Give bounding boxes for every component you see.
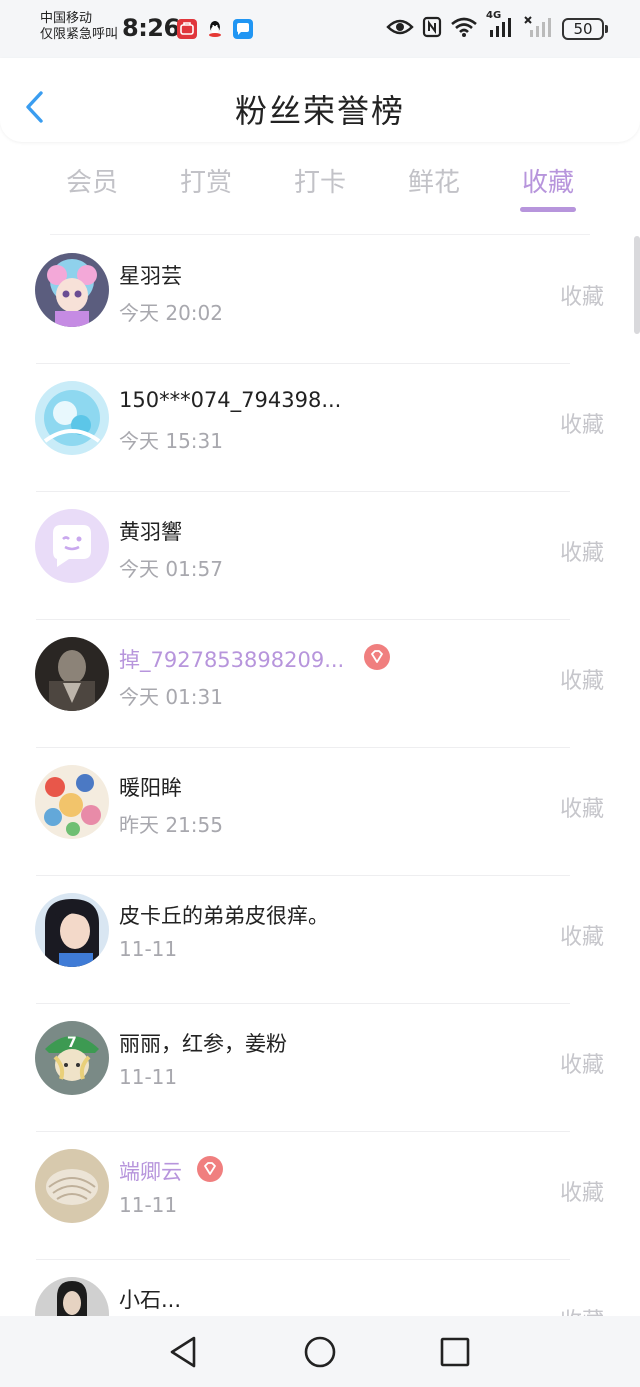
vip-diamond-icon [197,1156,223,1182]
page-title: 粉丝荣誉榜 [234,92,405,130]
carrier-name: 中国移动 [40,11,93,26]
avatar[interactable] [35,253,109,327]
tab-flowers[interactable]: 鲜花 [377,162,491,199]
no-signal-icon [524,16,554,42]
status-bar: 中国移动 仅限紧急呼叫 8:26 4G 50 [0,0,640,58]
tab-checkin[interactable]: 打卡 [263,162,377,199]
avatar[interactable] [35,765,109,839]
carrier-info: 中国移动 仅限紧急呼叫 [40,11,118,43]
list-item[interactable]: 皮卡丘的弟弟皮很痒。 11-11 收藏 [0,876,640,1004]
favorite-action: 收藏 [559,1181,604,1206]
list-item[interactable]: 150***074_794398... 今天 15:31 收藏 [0,364,640,492]
fan-time: 今天 15:31 [119,429,223,453]
fan-name: 星羽芸 [119,264,182,288]
fan-time: 11-11 [119,937,178,961]
fan-time: 昨天 21:55 [119,813,223,837]
favorite-action: 收藏 [559,413,604,438]
list-item[interactable]: 端卿云 11-11 收藏 [0,1132,640,1260]
fan-name: 皮卡丘的弟弟皮很痒。 [119,904,329,928]
nfc-icon [422,16,442,42]
divider [50,234,590,235]
favorite-action: 收藏 [559,797,604,822]
fan-name: 端卿云 [119,1160,182,1184]
fan-time: 11-11 [119,1065,178,1089]
eye-icon [386,17,414,41]
fan-name: 黄羽響 [119,520,182,544]
header: 粉丝荣誉榜 [0,58,640,142]
qq-icon [205,19,225,39]
battery-icon: 50 [562,18,608,40]
tab-tip[interactable]: 打赏 [149,162,263,199]
recents-square-icon [440,1337,470,1367]
carrier-status: 仅限紧急呼叫 [40,27,119,42]
favorite-action: 收藏 [559,541,604,566]
tab-bar: 会员 打赏 打卡 鲜花 收藏 [0,142,640,220]
fan-name: 丽丽，红参，姜粉 [119,1032,287,1056]
avatar[interactable] [35,1149,109,1223]
clock: 8:26 [122,14,180,42]
home-circle-icon [304,1336,336,1368]
wifi-icon [450,16,478,42]
list-item[interactable]: 小石... 收藏 [0,1260,640,1316]
vip-diamond-icon [364,644,390,670]
message-app-icon [233,19,253,39]
favorite-action: 收藏 [559,285,604,310]
avatar[interactable] [35,1277,109,1316]
fan-time: 今天 20:02 [119,301,223,325]
avatar[interactable]: 7 [35,1021,109,1095]
favorite-action: 收藏 [560,1303,604,1316]
list-item[interactable]: 暖阳眸 昨天 21:55 收藏 [0,748,640,876]
huawei-app-icon [177,19,197,39]
signal-icon: 4G [486,10,516,42]
nav-recents-button[interactable] [437,1334,473,1370]
avatar[interactable] [35,381,109,455]
fan-name: 小石... [119,1288,182,1312]
favorite-action: 收藏 [559,925,604,950]
avatar[interactable] [35,637,109,711]
nav-back-button[interactable] [166,1334,202,1370]
list-item[interactable]: 黄羽響 今天 01:57 收藏 [0,492,640,620]
fan-list: 星羽芸 今天 20:02 收藏 150***074_794398... 今天 1… [0,236,640,1316]
system-nav-bar [0,1316,640,1387]
list-item[interactable]: 星羽芸 今天 20:02 收藏 [0,236,640,364]
scrollbar[interactable] [634,236,640,334]
status-icons: 4G 50 [386,10,608,44]
fan-time: 今天 01:31 [119,685,223,709]
favorite-action: 收藏 [559,1053,604,1078]
avatar[interactable] [35,893,109,967]
fan-name: 暖阳眸 [119,776,182,800]
fan-time: 今天 01:57 [119,557,223,581]
list-item[interactable]: 7 丽丽，红参，姜粉 11-11 收藏 [0,1004,640,1132]
fan-name: 掉_7927853898209... [119,648,345,672]
active-tab-indicator [520,207,576,212]
favorite-action: 收藏 [559,669,604,694]
fan-name: 150***074_794398... [119,388,342,412]
list-item[interactable]: 掉_7927853898209... 今天 01:31 收藏 [0,620,640,748]
avatar[interactable] [35,509,109,583]
nav-home-button[interactable] [302,1334,338,1370]
tab-member[interactable]: 会员 [35,162,149,199]
network-type-label: 4G [486,10,502,21]
fan-time: 11-11 [119,1193,178,1217]
svg-text:7: 7 [67,1035,77,1051]
tab-favorites[interactable]: 收藏 [491,162,605,199]
back-triangle-icon [170,1336,196,1368]
